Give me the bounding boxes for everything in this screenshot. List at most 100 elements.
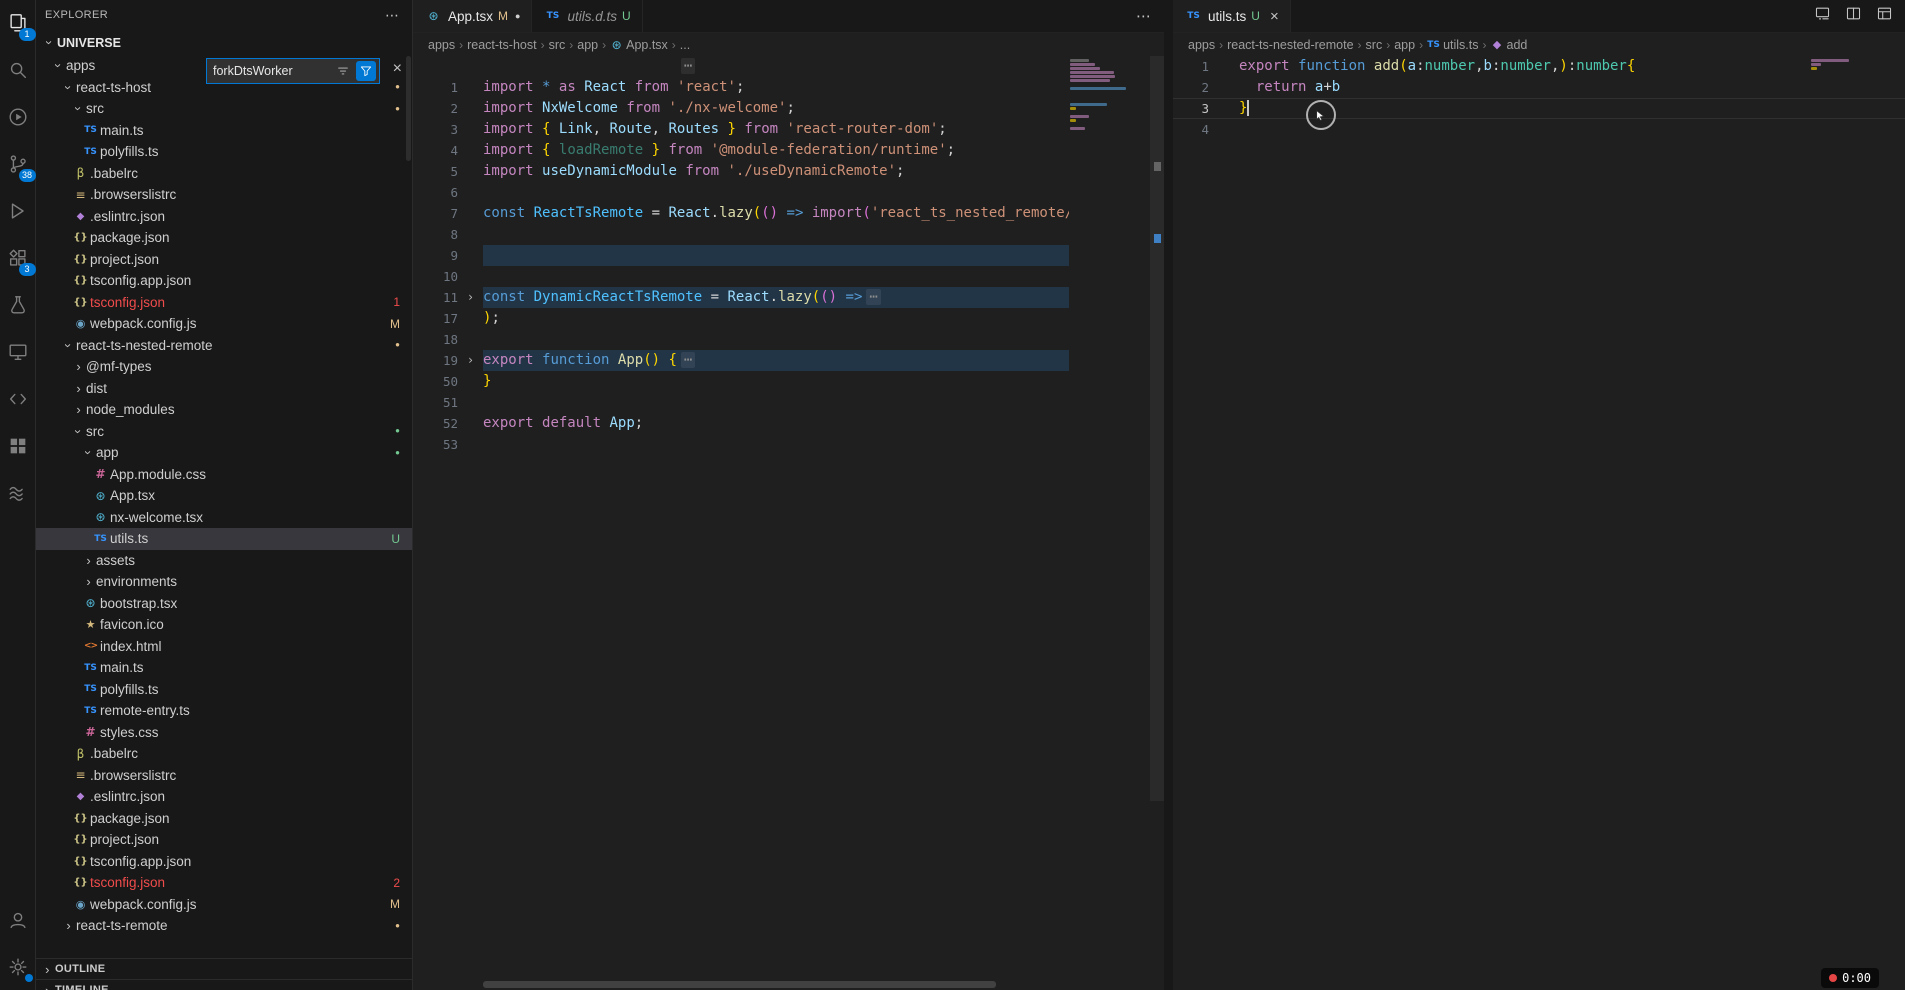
tree-item-.eslintrc.json[interactable]: ◆.eslintrc.json [36,206,412,228]
extensions-icon[interactable]: 3 [3,243,33,273]
tree-item-App.tsx[interactable]: ⊛App.tsx [36,485,412,507]
tree-item-.babelrc[interactable]: β.babelrc [36,163,412,185]
tree-item-environments[interactable]: ›environments [36,571,412,593]
code-brackets-icon[interactable] [3,384,33,414]
breadcrumb-app[interactable]: app [1394,38,1415,52]
code-line[interactable]: 5import useDynamicModule from './useDyna… [413,161,1164,182]
tree-item-src[interactable]: ›src● [36,421,412,443]
tab-utils.d.ts[interactable]: TSutils.d.tsU [532,0,642,32]
breadcrumb-apps[interactable]: apps [1188,38,1215,52]
horizontal-scrollbar[interactable] [483,981,996,988]
filter-lines-icon[interactable] [333,61,353,81]
remote-explorer-icon[interactable] [3,337,33,367]
code-line[interactable]: 10 [413,266,1164,287]
tree-item-main.ts[interactable]: TSmain.ts [36,657,412,679]
waves-icon[interactable] [3,478,33,508]
screencast-icon[interactable] [1814,5,1831,27]
timeline-section-header[interactable]: › TIMELINE [36,979,412,990]
code-line[interactable]: 2 return a+b [1173,77,1905,98]
close-filter-icon[interactable]: × [393,61,402,77]
code-line[interactable]: 50} [413,371,1164,392]
tree-item-tsconfig.json[interactable]: {}tsconfig.json1 [36,292,412,314]
code-line[interactable]: ⋯ [413,56,1164,77]
code-line[interactable]: 51 [413,392,1164,413]
tree-item-utils.ts[interactable]: TSutils.tsU [36,528,412,550]
code-line[interactable]: 8 [413,224,1164,245]
tab-utils.ts[interactable]: TSutils.tsU× [1173,0,1291,32]
tree-item-App.module.css[interactable]: #App.module.css [36,464,412,486]
tree-item-polyfills.ts[interactable]: TSpolyfills.ts [36,141,412,163]
play-circle-icon[interactable] [3,102,33,132]
filter-toggle-icon[interactable] [356,61,376,81]
code-line[interactable]: 52export default App; [413,413,1164,434]
tree-item-package.json[interactable]: {}package.json [36,808,412,830]
breadcrumb-...[interactable]: ... [680,38,690,52]
code-line[interactable]: 6 [413,182,1164,203]
tree-item-.browserslistrc[interactable]: ≡.browserslistrc [36,765,412,787]
code-line[interactable]: 9 [413,245,1164,266]
code-editor[interactable]: 1export function add(a:number,b:number,)… [1173,56,1905,990]
tree-item-tsconfig.app.json[interactable]: {}tsconfig.app.json [36,851,412,873]
editor-sash[interactable] [1164,0,1173,990]
editor-more-actions-icon[interactable]: ⋯ [1136,7,1152,25]
tree-item-@mf-types[interactable]: ›@mf-types [36,356,412,378]
tree-item-project.json[interactable]: {}project.json [36,249,412,271]
code-line[interactable]: 4 [1173,119,1905,140]
source-control-icon[interactable]: 38 [3,149,33,179]
tree-item-react-ts-nested-remote[interactable]: ›react-ts-nested-remote● [36,335,412,357]
breadcrumb-App.tsx[interactable]: ⊛App.tsx [610,38,668,52]
tree-item-bootstrap.tsx[interactable]: ⊛bootstrap.tsx [36,593,412,615]
breadcrumb-app[interactable]: app [577,38,598,52]
tree-item-favicon.ico[interactable]: ★favicon.ico [36,614,412,636]
split-editor-icon[interactable] [1845,5,1862,27]
code-line[interactable]: 3import { Link, Route, Routes } from 're… [413,119,1164,140]
tree-item-.browserslistrc[interactable]: ≡.browserslistrc [36,184,412,206]
explorer-icon[interactable]: 1 [3,8,33,38]
tree-item-tsconfig.json[interactable]: {}tsconfig.json2 [36,872,412,894]
code-line[interactable]: 3} [1173,98,1905,119]
code-line[interactable]: 53 [413,434,1164,455]
tree-filter-input[interactable] [207,64,333,78]
fold-chevron-icon[interactable]: › [458,350,483,371]
close-icon[interactable]: × [1270,8,1279,25]
code-line[interactable]: 1export function add(a:number,b:number,)… [1173,56,1905,77]
code-line[interactable]: 7const ReactTsRemote = React.lazy(() => … [413,203,1164,224]
breadcrumb-apps[interactable]: apps [428,38,455,52]
code-line[interactable]: 11›const DynamicReactTsRemote = React.la… [413,287,1164,308]
tree-item-dist[interactable]: ›dist [36,378,412,400]
tree-item-assets[interactable]: ›assets [36,550,412,572]
code-line[interactable]: 18 [413,329,1164,350]
panel-grid-icon[interactable] [3,431,33,461]
tree-item-react-ts-remote[interactable]: ›react-ts-remote● [36,915,412,937]
tree-item-node_modules[interactable]: ›node_modules [36,399,412,421]
code-line[interactable]: 4import { loadRemote } from '@module-fed… [413,140,1164,161]
breadcrumb-src[interactable]: src [549,38,566,52]
code-line[interactable]: 2import NxWelcome from './nx-welcome'; [413,98,1164,119]
code-line[interactable]: 19›export function App() {⋯ [413,350,1164,371]
outline-section-header[interactable]: › OUTLINE [36,958,412,980]
run-debug-icon[interactable] [3,196,33,226]
tree-item-package.json[interactable]: {}package.json [36,227,412,249]
tree-item-nx-welcome.tsx[interactable]: ⊛nx-welcome.tsx [36,507,412,529]
tree-item-polyfills.ts[interactable]: TSpolyfills.ts [36,679,412,701]
search-icon[interactable] [3,55,33,85]
sidebar-more-actions-icon[interactable]: ⋯ [385,7,400,24]
tab-App.tsx[interactable]: ⊛App.tsxM● [413,0,532,32]
sidebar-scrollbar[interactable] [406,56,411,161]
tree-item-.eslintrc.json[interactable]: ◆.eslintrc.json [36,786,412,808]
breadcrumb-src[interactable]: src [1366,38,1383,52]
tree-item-styles.css[interactable]: #styles.css [36,722,412,744]
tree-item-webpack.config.js[interactable]: ◉webpack.config.jsM [36,313,412,335]
tree-item-tsconfig.app.json[interactable]: {}tsconfig.app.json [36,270,412,292]
testing-icon[interactable] [3,290,33,320]
tree-item-webpack.config.js[interactable]: ◉webpack.config.jsM [36,894,412,916]
tree-item-project.json[interactable]: {}project.json [36,829,412,851]
settings-icon[interactable] [3,952,33,982]
fold-chevron-icon[interactable]: › [458,287,483,308]
breadcrumb-react-ts-host[interactable]: react-ts-host [467,38,536,52]
layout-icon[interactable] [1876,5,1893,27]
breadcrumb-react-ts-nested-remote[interactable]: react-ts-nested-remote [1227,38,1353,52]
tree-item-remote-entry.ts[interactable]: TSremote-entry.ts [36,700,412,722]
tree-item-main.ts[interactable]: TSmain.ts [36,120,412,142]
breadcrumb-add[interactable]: ◆add [1491,38,1528,52]
